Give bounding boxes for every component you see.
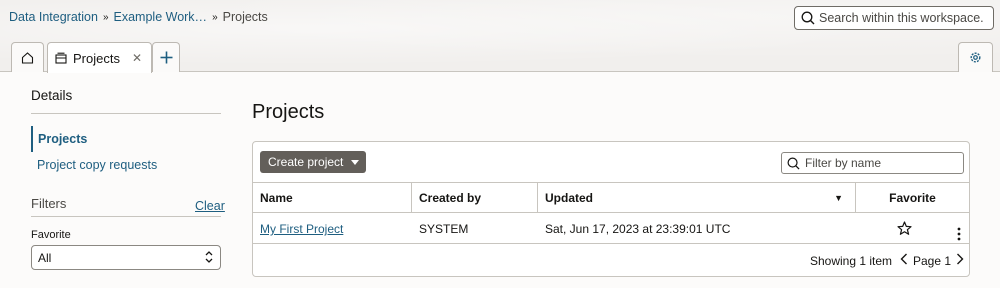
details-divider [31,113,221,114]
table-row: My First Project SYSTEM Sat, Jun 17, 202… [253,214,969,244]
table-header: Name Created by Updated ▼ Favorite [253,183,969,213]
filters-divider [31,216,221,217]
breadcrumb-data-integration[interactable]: Data Integration [9,10,98,24]
tab-projects-label: Projects [73,50,120,66]
breadcrumb-current: Projects [222,10,268,24]
column-header-updated-label: Updated [545,191,593,205]
tab-projects[interactable]: Projects ✕ [47,42,152,73]
column-header-created-by[interactable]: Created by [412,183,538,213]
clear-filters-link[interactable]: Clear [195,199,225,213]
page-title: Projects [252,101,325,123]
table-footer: Showing 1 item Page 1 [253,245,969,276]
projects-icon [55,52,67,64]
project-link[interactable]: My First Project [260,222,343,236]
showing-count: Showing 1 item [810,254,893,268]
caret-down-icon [351,159,360,165]
filters-title: Filters [31,196,67,211]
column-header-name[interactable]: Name [253,183,412,213]
search-icon [801,11,815,25]
breadcrumb-separator-icon: » [102,11,109,23]
favorite-filter-label: Favorite [31,229,71,241]
next-page-icon[interactable] [956,253,964,268]
row-actions-kebab-icon[interactable] [957,222,961,241]
breadcrumb-separator-icon: » [212,11,218,23]
projects-table-panel: Create project Name Created by Updated ▼… [252,141,970,277]
filter-by-name[interactable] [781,152,964,174]
settings-button[interactable] [958,42,993,72]
table-toolbar: Create project [253,142,969,183]
cell-created-by: SYSTEM [419,222,469,236]
close-icon[interactable]: ✕ [132,51,142,65]
gear-icon [970,52,981,63]
column-header-updated[interactable]: Updated ▼ [538,183,856,213]
add-tab-button[interactable] [152,42,180,72]
search-icon [787,157,800,170]
tab-home[interactable] [11,42,44,72]
breadcrumb-workspace[interactable]: Example Work… [114,10,208,24]
pagination: Page 1 [900,253,964,268]
workspace-search-input[interactable] [819,11,989,25]
breadcrumb: Data Integration » Example Work… » Proje… [9,9,268,25]
cell-name: My First Project [253,214,343,244]
previous-page-icon[interactable] [900,253,908,268]
cell-updated: Sat, Jun 17, 2023 at 23:39:01 UTC [545,222,731,236]
filter-by-name-input[interactable] [805,156,955,170]
sidebar-item-project-copy-requests[interactable]: Project copy requests [31,158,157,172]
plus-icon [160,51,172,64]
favorite-filter-value: All [38,250,52,265]
details-title: Details [31,88,73,103]
home-icon [21,51,34,64]
sort-descending-icon[interactable]: ▼ [834,183,843,213]
column-header-favorite[interactable]: Favorite [856,183,969,213]
workspace-search[interactable] [794,6,994,30]
page-indicator: Page 1 [913,253,952,268]
favorite-filter-select[interactable]: All [31,245,221,270]
sidebar-item-projects[interactable]: Projects [31,126,87,152]
create-project-label: Create project [268,155,344,169]
select-updown-icon [205,251,213,263]
create-project-button[interactable]: Create project [260,151,366,173]
favorite-star-icon[interactable] [897,221,912,237]
